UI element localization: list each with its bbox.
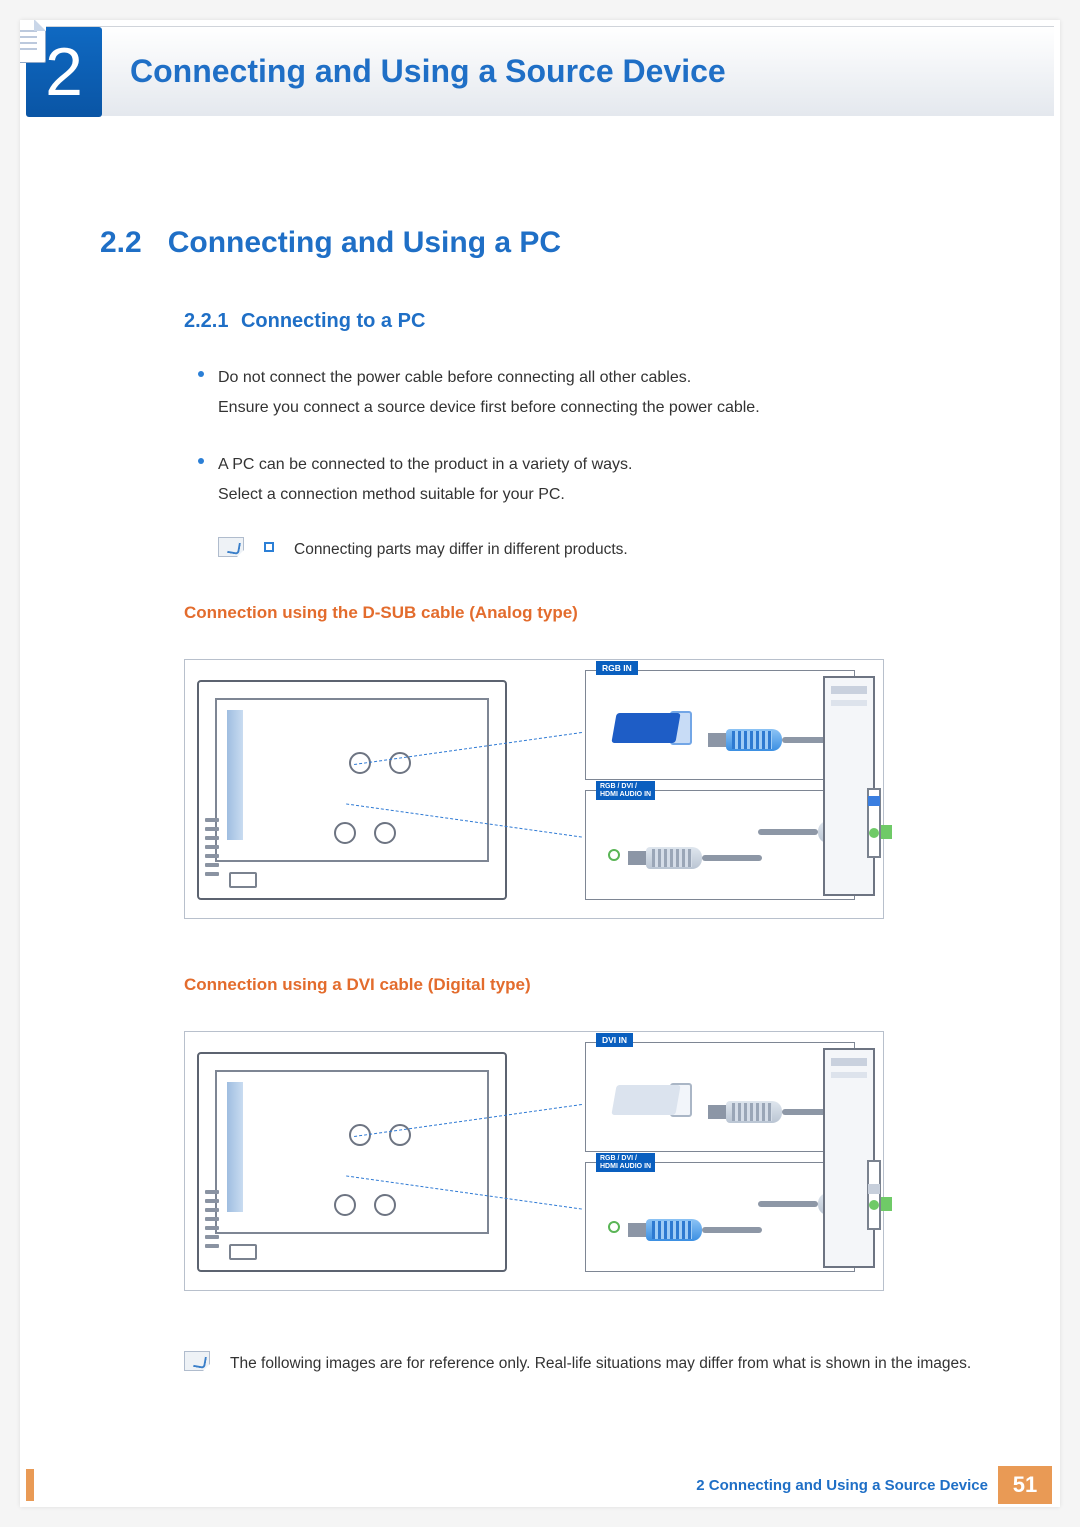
list-item: Do not connect the power cable before co…	[198, 363, 1000, 424]
dvi-port-icon	[614, 1077, 704, 1121]
subsection-number: 2.2.1	[184, 310, 228, 332]
list-item: A PC can be connected to the product in …	[198, 450, 1000, 511]
audio-cable-icon	[646, 841, 766, 875]
diagram-dsub: RGB IN RGB / DVI / HDMI AUDIO IN	[184, 659, 884, 919]
pc-tower-icon	[823, 676, 875, 896]
page-number: 51	[998, 1466, 1052, 1504]
footer-breadcrumb: 2 Connecting and Using a Source Device	[696, 1477, 988, 1494]
port-label: RGB / DVI / HDMI AUDIO IN	[596, 781, 655, 800]
document-icon	[20, 20, 46, 63]
page: 2 Connecting and Using a Source Device 2…	[20, 20, 1060, 1507]
callout-audio-in: RGB / DVI / HDMI AUDIO IN	[585, 790, 855, 900]
chapter-title: Connecting and Using a Source Device	[130, 53, 726, 90]
callout-audio-in: RGB / DVI / HDMI AUDIO IN	[585, 1162, 855, 1272]
footer-accent-bar	[26, 1469, 34, 1501]
bullet-line: A PC can be connected to the product in …	[218, 456, 632, 473]
note-icon	[218, 537, 244, 557]
audio-jack-icon	[608, 1221, 620, 1233]
page-footer: 2 Connecting and Using a Source Device 5…	[20, 1463, 1060, 1507]
audio-jack-icon	[608, 849, 620, 861]
callout-rgb-in: RGB IN	[585, 670, 855, 780]
bullet-line: Select a connection method suitable for …	[218, 486, 565, 503]
monitor-rear-icon	[197, 1052, 507, 1272]
bullet-line: Do not connect the power cable before co…	[218, 369, 691, 386]
note-bullet-icon	[264, 542, 274, 552]
bullet-list: Do not connect the power cable before co…	[198, 363, 1000, 511]
section-number: 2.2	[100, 226, 142, 260]
section-title: Connecting and Using a PC	[168, 226, 561, 260]
chapter-number-box: 2	[26, 27, 102, 117]
note-icon	[184, 1351, 210, 1371]
audio-cable-icon	[646, 1213, 766, 1247]
port-label: RGB / DVI / HDMI AUDIO IN	[596, 1153, 655, 1172]
note: The following images are for reference o…	[184, 1351, 1000, 1377]
note-text: The following images are for reference o…	[230, 1351, 971, 1377]
chapter-header: 2 Connecting and Using a Source Device	[26, 26, 1054, 116]
sub-heading-dsub: Connection using the D-SUB cable (Analog…	[184, 603, 1000, 623]
callout-dvi-in: DVI IN	[585, 1042, 855, 1152]
diagram-dvi: DVI IN RGB / DVI / HDMI AUDIO IN	[184, 1031, 884, 1291]
note-text: Connecting parts may differ in different…	[294, 537, 628, 563]
monitor-rear-icon	[197, 680, 507, 900]
sub-heading-dvi: Connection using a DVI cable (Digital ty…	[184, 975, 1000, 995]
subsection-title: Connecting to a PC	[241, 310, 425, 332]
section-heading: 2.2 Connecting and Using a PC	[100, 226, 1000, 260]
pc-tower-icon	[823, 1048, 875, 1268]
subsection-heading: 2.2.1 Connecting to a PC	[184, 310, 1000, 333]
bullet-line: Ensure you connect a source device first…	[218, 399, 760, 416]
note: Connecting parts may differ in different…	[218, 537, 1000, 563]
content-area: 2.2 Connecting and Using a PC 2.2.1 Conn…	[20, 116, 1060, 1377]
chapter-number: 2	[45, 33, 83, 111]
port-label: DVI IN	[596, 1033, 633, 1047]
port-label: RGB IN	[596, 661, 638, 675]
vga-port-icon	[614, 705, 704, 749]
